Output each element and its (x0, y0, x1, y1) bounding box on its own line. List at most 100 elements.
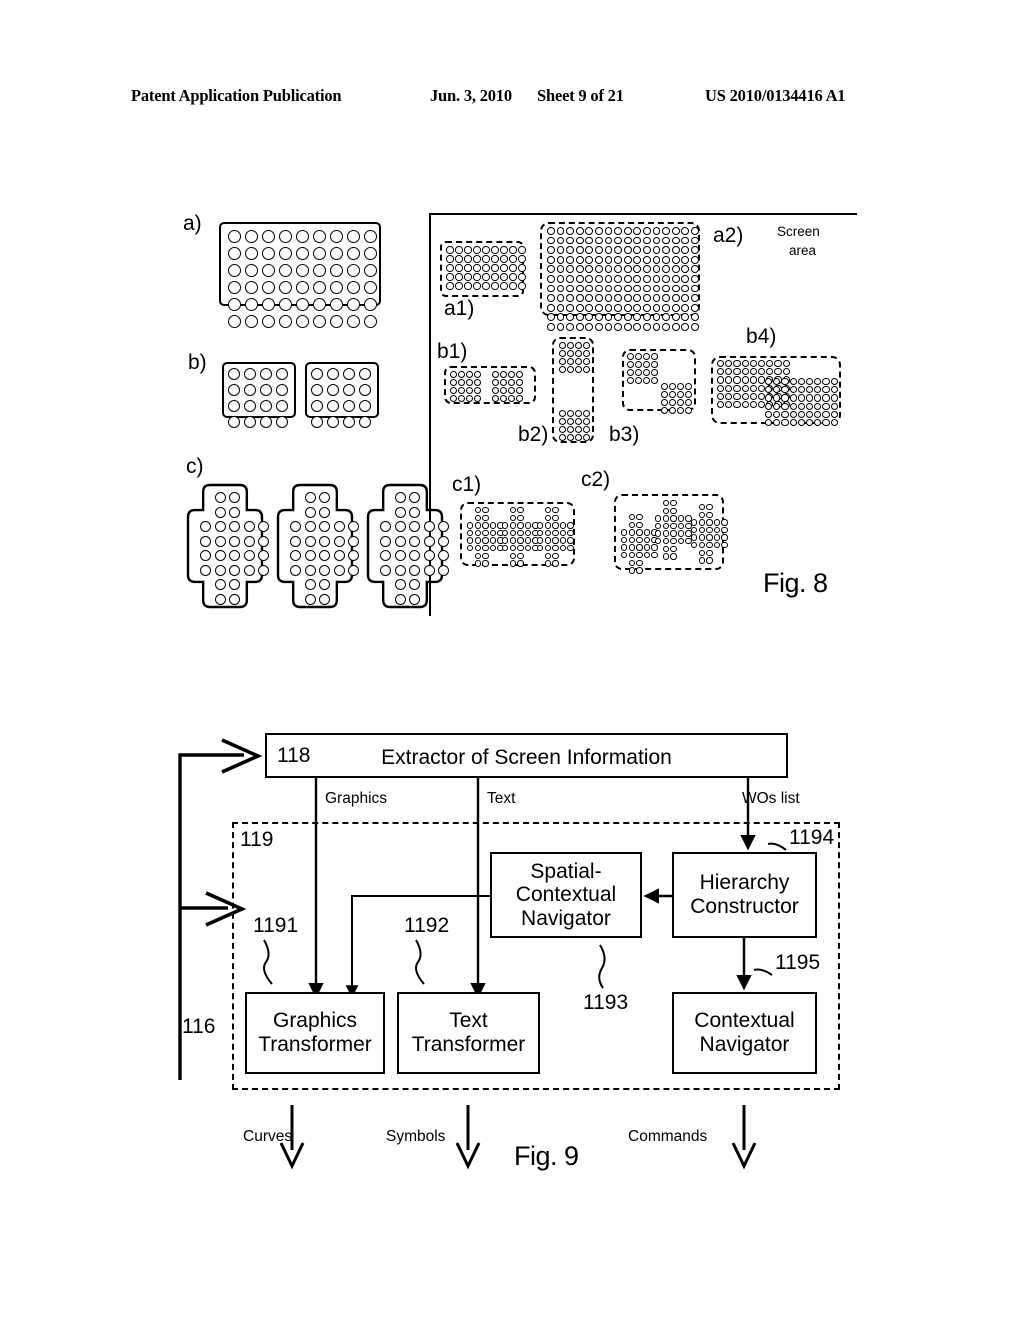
dot (244, 368, 256, 380)
dot (262, 264, 275, 277)
dot (671, 294, 680, 302)
dot (244, 400, 256, 412)
dot (583, 350, 590, 357)
dot (583, 342, 590, 349)
contextual-navigator-box[interactable]: Contextual Navigator (672, 992, 817, 1074)
dot (651, 361, 658, 368)
dot (652, 275, 661, 283)
dot (814, 419, 822, 427)
dot (311, 416, 323, 428)
dot (583, 358, 590, 365)
dot (559, 418, 566, 425)
dot (698, 534, 705, 541)
dot (691, 255, 699, 264)
dot (214, 506, 226, 518)
dot (455, 282, 463, 290)
dot (518, 264, 526, 272)
dot (474, 371, 481, 378)
dot (319, 564, 330, 576)
dot (614, 255, 622, 264)
dot (830, 402, 838, 410)
dot (438, 535, 449, 547)
dot (200, 564, 211, 576)
dot (491, 273, 499, 281)
dot (698, 549, 705, 556)
dot (583, 418, 590, 425)
dot (733, 360, 741, 368)
dot (698, 526, 705, 534)
dot (643, 377, 650, 384)
dot (474, 514, 481, 521)
dot (671, 303, 680, 312)
dot (685, 383, 692, 390)
dot (566, 323, 574, 331)
dot (628, 544, 635, 551)
dot (623, 255, 632, 264)
dot (575, 275, 584, 283)
hierarchy-constructor-line2: Constructor (690, 895, 799, 918)
dot (313, 230, 326, 243)
dot (575, 366, 582, 373)
dot (669, 391, 676, 398)
dot (636, 559, 643, 566)
number-1191: 1191 (253, 914, 299, 937)
figure9-connectors (178, 738, 787, 1170)
dot (566, 246, 574, 254)
dot (474, 529, 481, 537)
dot (516, 395, 523, 402)
text-transformer-box[interactable]: Text Transformer (397, 992, 540, 1074)
dot (348, 564, 359, 576)
dot (797, 419, 805, 427)
dot (623, 294, 632, 302)
graphics-transformer-box[interactable]: Graphics Transformer (245, 992, 385, 1074)
dot (474, 560, 481, 567)
dot (765, 394, 773, 402)
dot (567, 358, 574, 365)
dot (627, 377, 634, 384)
extractor-of-screen-information-box[interactable]: 118 Extractor of Screen Information (265, 733, 788, 778)
dot (228, 230, 241, 243)
dot (394, 550, 406, 561)
dot (585, 227, 594, 235)
dot (706, 534, 713, 541)
dot (789, 410, 797, 418)
dot (623, 323, 632, 331)
dot (789, 394, 797, 402)
dot (482, 255, 490, 263)
dot (319, 593, 330, 605)
hierarchy-constructor-box[interactable]: Hierarchy Constructor (672, 852, 817, 938)
text-transformer-line2: Transformer (411, 1033, 526, 1056)
dot (262, 230, 275, 243)
dot (279, 230, 292, 243)
dot (517, 537, 524, 544)
dot (628, 559, 635, 566)
dot (585, 255, 594, 264)
dot (482, 537, 489, 544)
dot (774, 368, 782, 376)
dot (466, 387, 473, 394)
extractor-label: Extractor of Screen Information (381, 746, 672, 769)
dot (214, 579, 226, 590)
dot (330, 315, 343, 328)
dot (691, 323, 699, 331)
dot (229, 492, 240, 503)
dot (482, 552, 489, 559)
dot (500, 246, 508, 254)
dot (492, 395, 499, 402)
dot (575, 426, 582, 433)
dot (333, 564, 345, 576)
dot (698, 511, 705, 518)
dot (517, 514, 524, 521)
dot (327, 416, 339, 428)
spatial-contextual-navigator-box[interactable]: Spatial- Contextual Navigator (490, 852, 642, 938)
dot (455, 246, 463, 254)
dot (228, 298, 241, 311)
dot (516, 387, 523, 394)
dot (482, 529, 489, 537)
dot (595, 227, 603, 235)
dot (691, 284, 699, 293)
dot (319, 521, 330, 532)
dot (633, 323, 642, 331)
spatial-contextual-navigator-line1: Spatial- (530, 859, 602, 883)
figure-8: a) b) c) a1) a2) b1) b2) b3) b4) c1) c2)… (0, 0, 1024, 660)
